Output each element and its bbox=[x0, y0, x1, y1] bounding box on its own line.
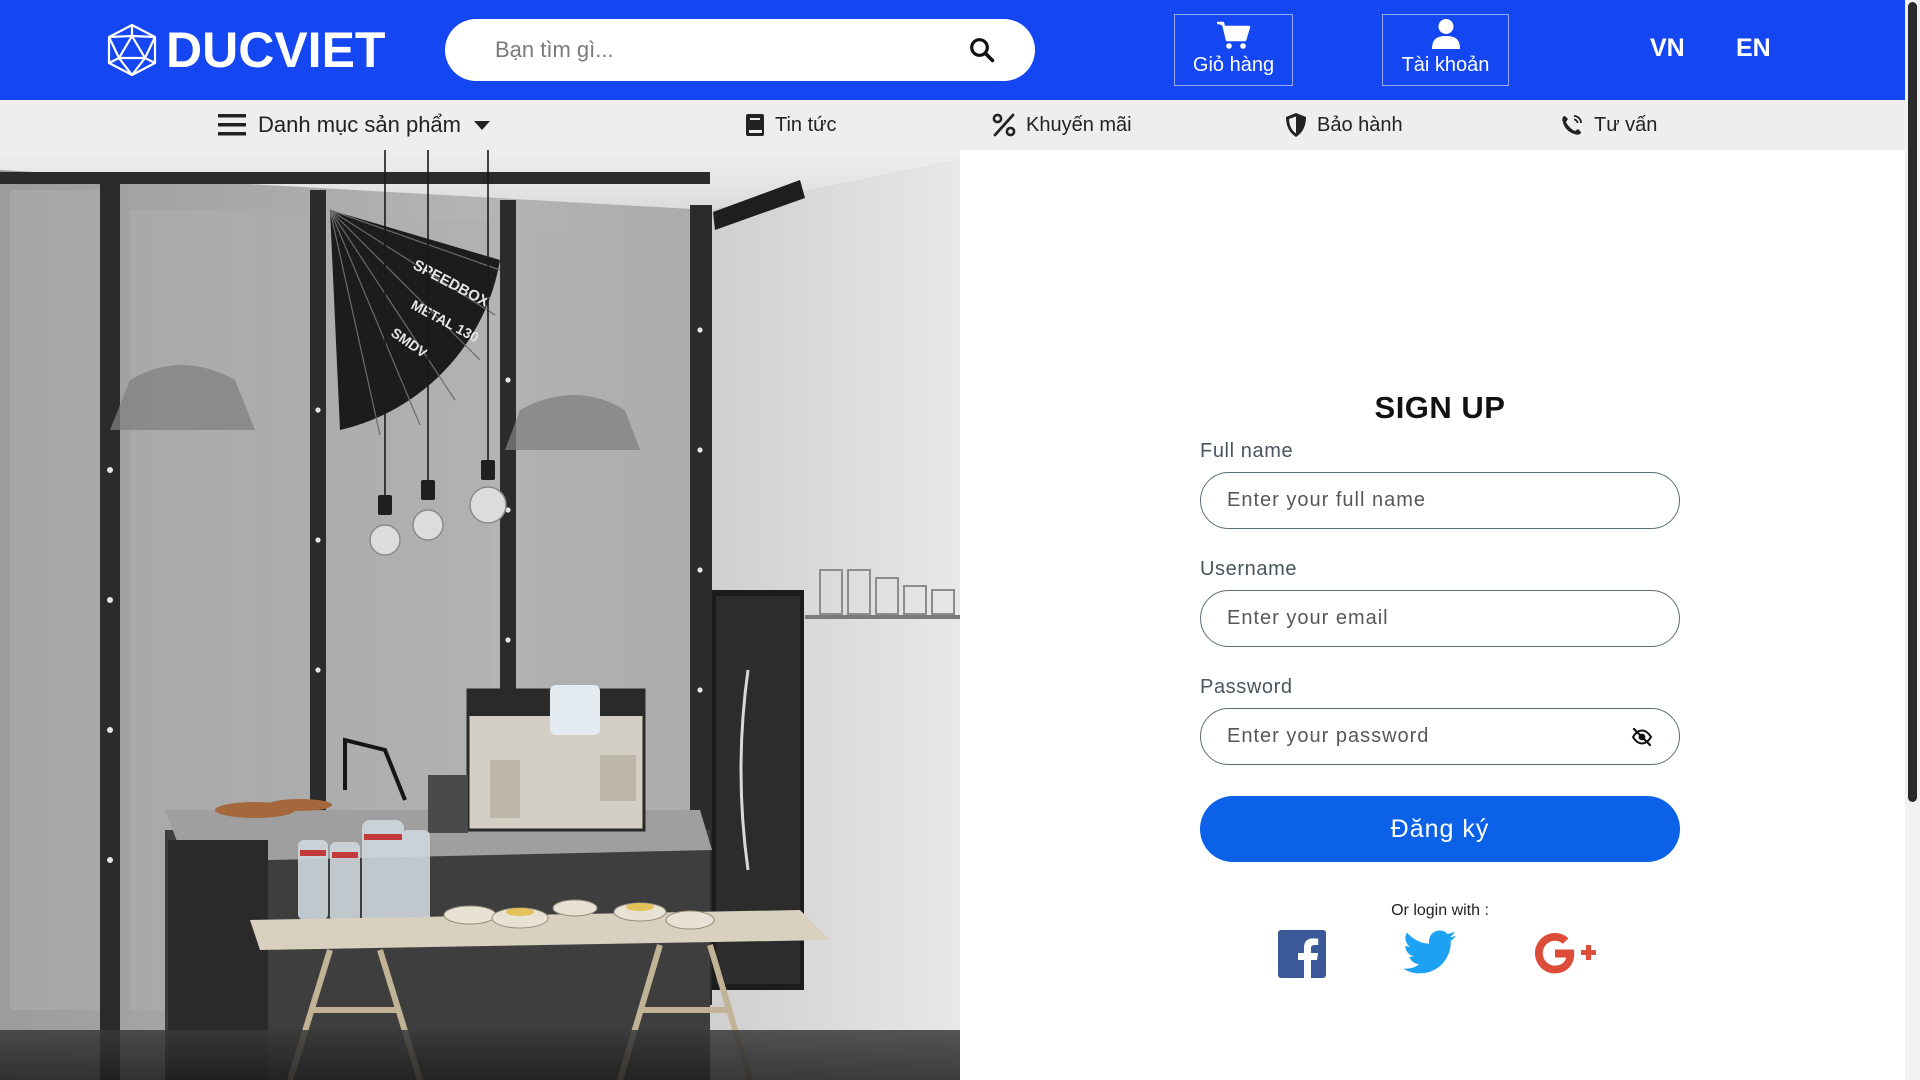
nav-categories-label: Danh mục sản phẩm bbox=[258, 112, 461, 137]
facebook-icon[interactable] bbox=[1278, 930, 1326, 978]
language-vn-link[interactable]: VN bbox=[1650, 34, 1685, 63]
password-label: Password bbox=[1200, 676, 1293, 698]
nav-promotions-label: Khuyến mãi bbox=[1026, 113, 1132, 136]
menu-icon bbox=[218, 114, 246, 136]
account-label: Tài khoản bbox=[1401, 54, 1490, 76]
logo-icon bbox=[107, 23, 157, 77]
search-button[interactable] bbox=[967, 35, 997, 65]
main-nav: Danh mục sản phẩm Tin tức Khuyến mãi Bảo… bbox=[0, 100, 1905, 150]
fullname-field-wrapper bbox=[1200, 472, 1680, 529]
page-scrollbar[interactable] bbox=[1905, 0, 1920, 1080]
or-login-text: Or login with : bbox=[1391, 902, 1489, 919]
logo[interactable]: DUCVIET bbox=[104, 20, 385, 80]
signup-button[interactable]: Đăng ký bbox=[1200, 796, 1680, 862]
logo-text: DUCVIET bbox=[166, 22, 386, 78]
top-header: DUCVIET Giỏ hàng Tài khoản VN EN bbox=[0, 0, 1905, 100]
hero-image: SPEEDBOX METAL 130 SMDV bbox=[0, 150, 960, 1080]
account-button[interactable]: Tài khoản bbox=[1382, 14, 1509, 86]
eye-slash-icon[interactable] bbox=[1631, 726, 1653, 748]
caret-down-icon bbox=[474, 121, 490, 130]
percent-icon bbox=[992, 113, 1016, 137]
nav-news-label: Tin tức bbox=[775, 113, 837, 136]
signup-title: SIGN UP bbox=[1374, 390, 1506, 425]
twitter-icon[interactable] bbox=[1403, 930, 1457, 976]
search-input[interactable] bbox=[495, 37, 967, 63]
shield-icon bbox=[1286, 113, 1306, 137]
nav-news[interactable]: Tin tức bbox=[745, 100, 837, 150]
cart-icon bbox=[1216, 21, 1250, 49]
social-login-group bbox=[1200, 930, 1680, 990]
search-icon bbox=[970, 38, 995, 63]
fullname-input[interactable] bbox=[1227, 489, 1653, 512]
signup-form: SIGN UP Full name Username Password Đăng… bbox=[1200, 390, 1680, 990]
nav-warranty[interactable]: Bảo hành bbox=[1285, 100, 1403, 150]
nav-warranty-label: Bảo hành bbox=[1317, 113, 1403, 136]
username-label: Username bbox=[1200, 558, 1298, 580]
nav-product-categories[interactable]: Danh mục sản phẩm bbox=[218, 100, 491, 150]
password-input[interactable] bbox=[1227, 725, 1623, 748]
password-field-wrapper bbox=[1200, 708, 1680, 765]
username-input[interactable] bbox=[1227, 607, 1653, 630]
user-icon bbox=[1431, 19, 1460, 49]
google-plus-icon[interactable] bbox=[1535, 930, 1601, 976]
language-en-link[interactable]: EN bbox=[1736, 34, 1771, 63]
book-icon bbox=[746, 114, 764, 136]
phone-volume-icon bbox=[1562, 115, 1582, 135]
username-field-wrapper bbox=[1200, 590, 1680, 647]
fullname-label: Full name bbox=[1200, 440, 1294, 462]
scrollbar-thumb[interactable] bbox=[1908, 2, 1917, 802]
cart-label: Giỏ hàng bbox=[1192, 54, 1275, 76]
search-bar bbox=[445, 19, 1035, 81]
nav-promotions[interactable]: Khuyến mãi bbox=[992, 100, 1132, 150]
cart-button[interactable]: Giỏ hàng bbox=[1174, 14, 1293, 86]
nav-consulting[interactable]: Tư vấn bbox=[1560, 100, 1657, 150]
nav-consulting-label: Tư vấn bbox=[1594, 113, 1658, 136]
